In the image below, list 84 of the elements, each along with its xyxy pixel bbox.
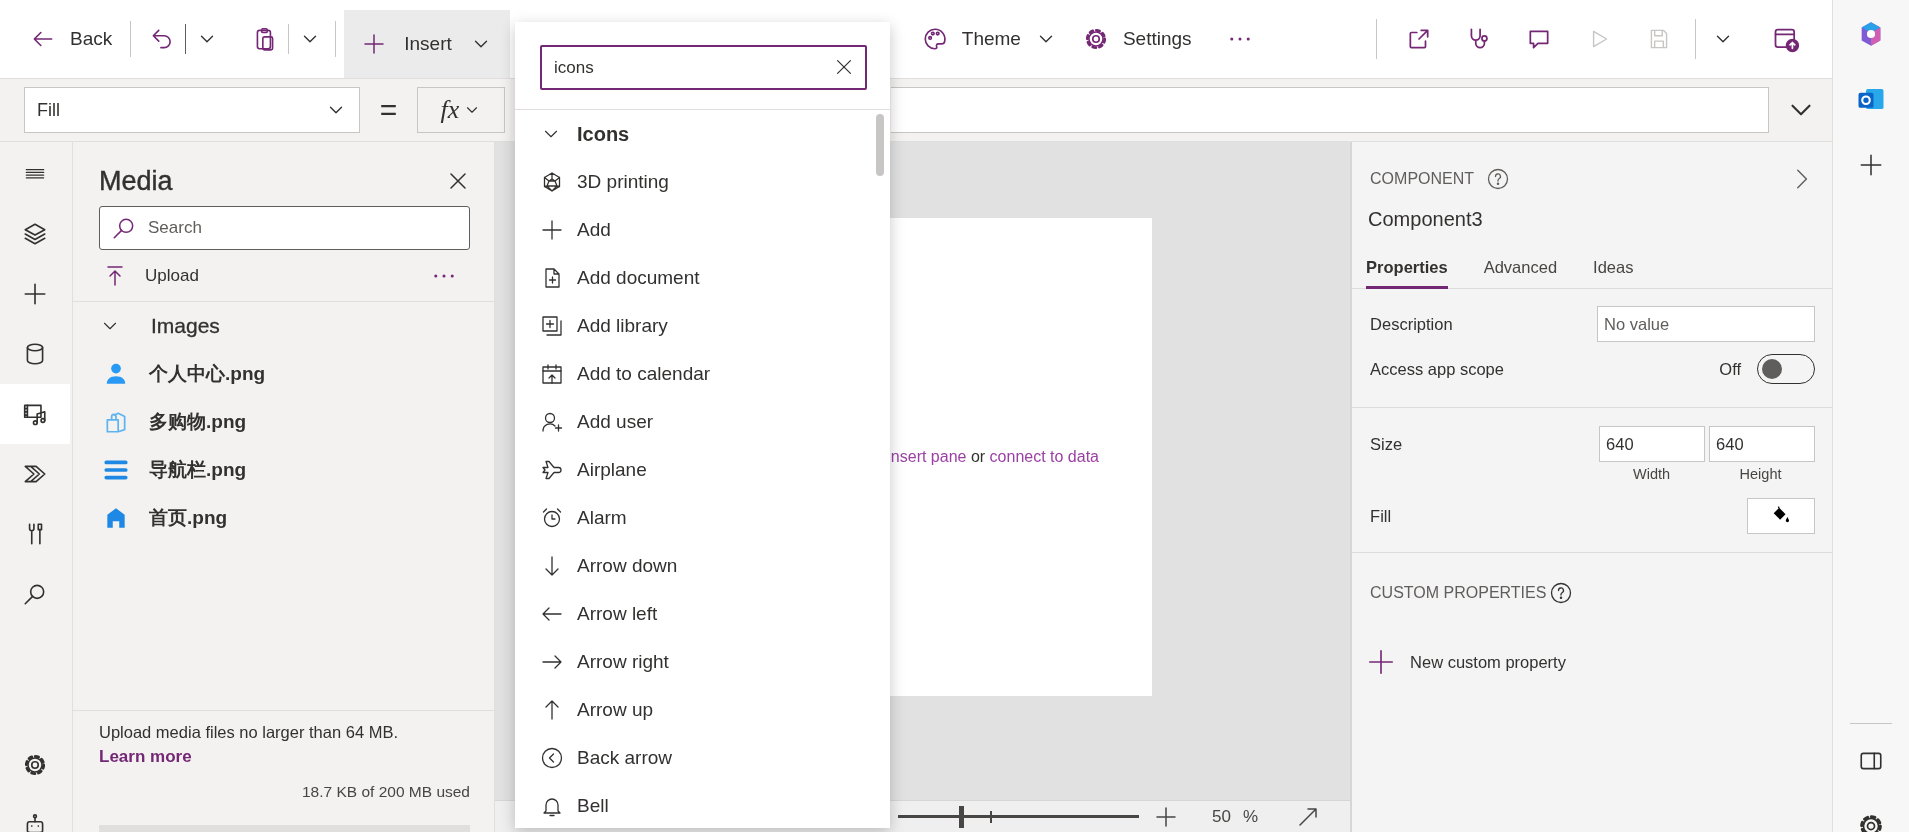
alarm-clock-icon	[540, 506, 564, 530]
media-item[interactable]: 首页.png	[73, 494, 494, 542]
settings-icon	[1857, 812, 1885, 832]
section-heading: Icons	[577, 122, 630, 146]
panel-tab[interactable]: Advanced	[1483, 239, 1558, 289]
back-button[interactable]: Back	[22, 15, 121, 63]
menu-item[interactable]: Bell	[515, 782, 890, 828]
search-field[interactable]: icons	[540, 45, 867, 90]
media-item[interactable]: 多购物.png	[73, 398, 494, 446]
panel-title: Media	[99, 165, 173, 197]
field-label: Size	[1370, 434, 1403, 454]
calendar-icon	[540, 362, 564, 386]
insert-button[interactable]: Insert	[344, 10, 510, 78]
menu-item[interactable]: Alarm	[515, 494, 890, 542]
menu-item[interactable]: Add document	[515, 254, 890, 302]
menu-item[interactable]: Arrow down	[515, 542, 890, 590]
scrollbar[interactable]	[876, 114, 884, 176]
menu-item[interactable]: Arrow up	[515, 686, 890, 734]
layers-icon	[22, 221, 48, 247]
menu-item[interactable]: Airplane	[515, 446, 890, 494]
settings-button[interactable]: Settings	[1074, 15, 1200, 63]
airplane-icon	[540, 458, 564, 482]
menu-item[interactable]: Back arrow	[515, 734, 890, 782]
menu-item[interactable]: Arrow right	[515, 638, 890, 686]
settings-icon	[22, 752, 48, 778]
settings-button[interactable]	[1857, 812, 1885, 832]
user-plus-icon	[540, 410, 564, 434]
help-icon	[1486, 167, 1511, 191]
function-button[interactable]: fx	[417, 87, 505, 133]
theme-button[interactable]: Theme	[913, 15, 1065, 63]
plus-icon	[540, 218, 564, 242]
circle-chevron-icon	[540, 746, 564, 770]
width-field[interactable]: 640	[1599, 426, 1706, 462]
zoom-in-button[interactable]	[1154, 804, 1178, 829]
description-field[interactable]: No value	[1597, 306, 1816, 342]
menu-item[interactable]: Add	[515, 206, 890, 254]
field-caption: Height	[1738, 465, 1783, 484]
ellipsis-icon	[434, 273, 454, 278]
toggle-state: Off	[1719, 359, 1742, 379]
more-button[interactable]	[434, 273, 454, 278]
upload-note: Upload media files no larger than 64 MB.	[99, 722, 399, 743]
plus-icon	[1154, 804, 1178, 829]
pages-plus-icon	[540, 314, 564, 338]
panel-tab[interactable]: Ideas	[1593, 239, 1634, 289]
field-label: Access app scope	[1370, 359, 1504, 379]
field-caption: Width	[1632, 465, 1672, 484]
media-item[interactable]: 导航栏.png	[73, 446, 494, 494]
component-name: Component3	[1368, 207, 1483, 231]
storage-usage: 18.7 KB of 200 MB used	[301, 783, 470, 801]
menu-item[interactable]: Add to calendar	[515, 350, 890, 398]
palette-icon	[921, 26, 948, 52]
equals-sign: =	[378, 93, 399, 127]
fill-color-button[interactable]	[1747, 498, 1816, 534]
connect-data-link[interactable]: connect to data	[989, 448, 1099, 465]
ellipsis-icon	[1229, 37, 1250, 41]
plus-icon	[22, 281, 48, 307]
panel-tab[interactable]: Properties	[1366, 239, 1448, 289]
zoom-unit: %	[1242, 806, 1259, 827]
menu-item[interactable]: Add library	[515, 302, 890, 350]
upload-button[interactable]: Upload	[103, 263, 199, 288]
help-icon	[1549, 581, 1574, 605]
search-field[interactable]: Search	[99, 206, 470, 250]
section-heading: CUSTOM PROPERTIES	[1370, 584, 1547, 602]
menu-item[interactable]: Arrow left	[515, 590, 890, 638]
canvas-hint: nsert pane or connect to data	[890, 448, 1099, 466]
field-label: Fill	[1370, 506, 1392, 526]
type-label: COMPONENT	[1370, 170, 1475, 188]
menu-item[interactable]: 3D printing	[515, 158, 890, 206]
plus-icon	[1858, 152, 1884, 178]
media-item[interactable]: 个人中心.png	[73, 350, 494, 398]
menu-item[interactable]: Add user	[515, 398, 890, 446]
group-heading: Images	[151, 314, 220, 338]
formula-field[interactable]	[891, 87, 1770, 133]
media-tab[interactable]	[0, 384, 70, 444]
insert-pane-link[interactable]: nsert pane	[890, 448, 967, 465]
zoom-value: 50	[1212, 806, 1231, 827]
property-dropdown[interactable]: Fill	[24, 87, 360, 133]
slider-thumb[interactable]	[958, 805, 964, 828]
plus-icon	[362, 32, 387, 56]
new-property-button[interactable]: New custom property	[1366, 647, 1566, 677]
height-field[interactable]: 640	[1709, 426, 1816, 462]
add-button[interactable]	[1858, 152, 1884, 178]
field-label: Description	[1370, 314, 1453, 334]
learn-more-link[interactable]: Learn more	[99, 745, 192, 769]
